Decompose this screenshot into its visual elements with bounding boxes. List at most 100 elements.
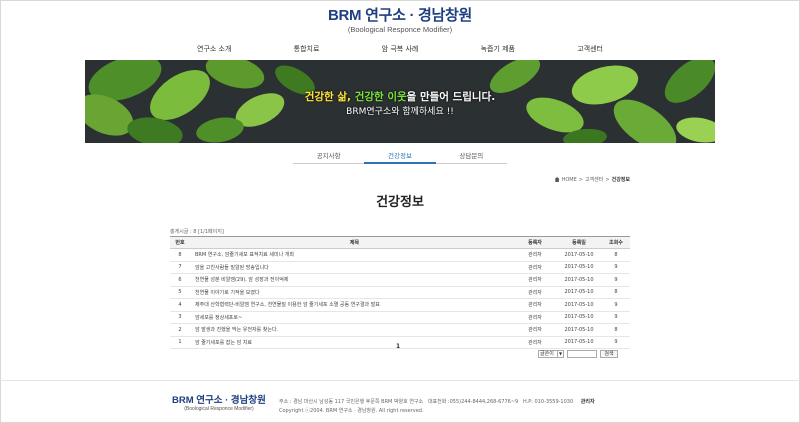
breadcrumb-current: 건강정보 xyxy=(611,177,630,183)
row-no: 2 xyxy=(170,323,190,337)
table-header-row: 번호 제목 등록자 등록일 조회수 xyxy=(170,236,630,249)
row-views: 9 xyxy=(602,261,630,274)
banner-slogan: 건강한 삶, 건강한 이웃을 만들어 드립니다. xyxy=(85,90,715,105)
row-date: 2017-05-10 xyxy=(556,273,602,287)
table-row[interactable]: 3 암세포를 정상세포로~ 관리자 2017-05-10 9 xyxy=(170,311,630,324)
row-author: 관리자 xyxy=(514,298,556,312)
header-author: 등록자 xyxy=(514,236,556,249)
footer-contact-line: 주소 : 경남 마산시 남성동 117 국민은행 후문쪽 BRM 박양호 연구소… xyxy=(279,398,595,407)
row-author: 관리자 xyxy=(514,336,556,349)
row-title-link[interactable]: 천연물 이야기로 기적을 보였다 xyxy=(190,286,514,299)
banner-tagline: BRM연구소와 함께하세요 !! xyxy=(346,107,454,117)
footer-logo-title: BRM 연구소 · 경남창원 xyxy=(172,395,266,406)
row-no: 7 xyxy=(170,261,190,274)
footer-mobile: H.P: 010-3559-1030 xyxy=(523,399,574,405)
search-button[interactable]: 검색 xyxy=(600,350,618,358)
header-date: 등록일 xyxy=(556,236,602,249)
row-no: 5 xyxy=(170,286,190,299)
row-author: 관리자 xyxy=(514,323,556,337)
chevron-down-icon: ▼ xyxy=(557,351,563,357)
row-author: 관리자 xyxy=(514,261,556,274)
hero-banner: 건강한 삶, 건강한 이웃을 만들어 드립니다. BRM연구소와 함께하세요 !… xyxy=(85,60,715,143)
row-date: 2017-05-10 xyxy=(556,311,602,324)
page-title: 건강정보 xyxy=(376,195,424,210)
banner-slogan-part1: 건강한 삶, xyxy=(304,91,355,103)
board-table: 번호 제목 등록자 등록일 조회수 8 BRM 연구소, 암줄기세포 표적치료 … xyxy=(170,236,630,349)
table-row[interactable]: 4 제주대 산학협력단-비알엠 연구소, 천연물질 이용한 암 줄기세포 소멸 … xyxy=(170,298,630,312)
breadcrumb-separator: > xyxy=(578,176,583,183)
nav-item-cases[interactable]: 암 극복 사례 xyxy=(370,41,431,57)
tab-consult[interactable]: 상담문의 xyxy=(435,150,507,164)
nav-item-juicer[interactable]: 녹즙기 제품 xyxy=(469,41,527,57)
row-author: 관리자 xyxy=(514,311,556,324)
logo-subtitle: (Boological Responce Modifier) xyxy=(347,25,453,34)
footer-address: 주소 : 경남 마산시 남성동 117 국민은행 후문쪽 BRM 박양호 연구소 xyxy=(279,399,424,405)
search-input[interactable] xyxy=(567,350,597,358)
row-author: 관리자 xyxy=(514,273,556,287)
breadcrumb: HOME > 고객센터 > 건강정보 xyxy=(554,176,630,183)
nav-item-about[interactable]: 연구소 소개 xyxy=(185,41,243,57)
row-views: 8 xyxy=(602,286,630,299)
banner-text: 건강한 삶, 건강한 이웃을 만들어 드립니다. BRM연구소와 함께하세요 !… xyxy=(85,90,715,119)
footer-divider xyxy=(0,380,800,381)
post-count: 총게시글 : 8 [1/1페이지] xyxy=(170,229,224,235)
row-no: 3 xyxy=(170,311,190,324)
footer-copyright: Copyright ⓒ2004. BRM 연구소 · 경남창원. All rig… xyxy=(279,408,424,414)
search-field-value: 글쓴이 xyxy=(540,351,554,357)
footer-logo: BRM 연구소 · 경남창원 (Boological Responce Modi… xyxy=(172,395,266,413)
header-no: 번호 xyxy=(170,236,190,249)
row-title-link[interactable]: 암 발생과 진행을 막는 유전자를 찾는다. xyxy=(190,323,514,337)
breadcrumb-home[interactable]: HOME xyxy=(562,177,577,183)
row-date: 2017-05-10 xyxy=(556,286,602,299)
tab-health-info[interactable]: 건강정보 xyxy=(364,150,436,164)
main-nav: 연구소 소개 통합치료 암 극복 사례 녹즙기 제품 고객센터 xyxy=(185,41,615,57)
row-date: 2017-05-10 xyxy=(556,336,602,349)
header-views: 조회수 xyxy=(602,236,630,249)
sub-tabs: 공지사항 건강정보 상담문의 xyxy=(293,150,507,164)
home-icon xyxy=(554,177,560,182)
search-field-select[interactable]: 글쓴이 ▼ xyxy=(538,350,564,358)
row-views: 8 xyxy=(602,248,630,262)
row-date: 2017-05-10 xyxy=(556,298,602,312)
nav-item-support[interactable]: 고객센터 xyxy=(565,41,615,57)
footer-info: 주소 : 경남 마산시 남성동 117 국민은행 후문쪽 BRM 박양호 연구소… xyxy=(279,398,595,416)
site-logo[interactable]: BRM 연구소 · 경남창원 (Boological Responce Modi… xyxy=(0,7,800,35)
table-row[interactable]: 8 BRM 연구소, 암줄기세포 표적치료 세미나 개최 관리자 2017-05… xyxy=(170,248,630,262)
tab-notice[interactable]: 공지사항 xyxy=(293,150,365,164)
row-views: 9 xyxy=(602,273,630,287)
row-views: 8 xyxy=(602,323,630,337)
breadcrumb-support[interactable]: 고객센터 xyxy=(585,176,603,183)
table-row[interactable]: 5 천연물 이야기로 기적을 보였다 관리자 2017-05-10 8 xyxy=(170,286,630,299)
row-no: 8 xyxy=(170,248,190,262)
logo-title: BRM 연구소 · 경남창원 xyxy=(327,7,473,24)
row-date: 2017-05-10 xyxy=(556,261,602,274)
header-title: 제목 xyxy=(190,236,514,249)
footer-phone: 대표전화 :055)244-8444,268-6776~9 xyxy=(427,399,519,405)
row-date: 2017-05-10 xyxy=(556,323,602,337)
row-views: 9 xyxy=(602,311,630,324)
row-title-link[interactable]: 암 줄기세포를 잡는 암 치료 xyxy=(190,336,514,349)
search-bar: 글쓴이 ▼ 검색 xyxy=(538,350,618,358)
table-row[interactable]: 6 천연물 성분 비알엠(29), 암 성장과 전이억제 관리자 2017-05… xyxy=(170,273,630,287)
row-title-link[interactable]: 암을 고친사람들 밀알된 방송입니다 xyxy=(190,261,514,274)
row-views: 9 xyxy=(602,298,630,312)
row-title-link[interactable]: BRM 연구소, 암줄기세포 표적치료 세미나 개최 xyxy=(190,248,514,262)
row-title-link[interactable]: 천연물 성분 비알엠(29), 암 성장과 전이억제 xyxy=(190,273,514,287)
pagination-page[interactable]: 1 xyxy=(396,343,400,350)
row-views: 9 xyxy=(602,336,630,349)
banner-slogan-part2: 건강한 이웃 xyxy=(354,91,407,103)
row-no: 1 xyxy=(170,336,190,349)
row-author: 관리자 xyxy=(514,286,556,299)
table-row[interactable]: 2 암 발생과 진행을 막는 유전자를 찾는다. 관리자 2017-05-10 … xyxy=(170,323,630,337)
nav-item-treatment[interactable]: 통합치료 xyxy=(282,41,332,57)
row-date: 2017-05-10 xyxy=(556,248,602,262)
table-row[interactable]: 7 암을 고친사람들 밀알된 방송입니다 관리자 2017-05-10 9 xyxy=(170,261,630,274)
row-no: 6 xyxy=(170,273,190,287)
footer-admin-link[interactable]: 관리자 xyxy=(581,399,595,405)
row-title-link[interactable]: 암세포를 정상세포로~ xyxy=(190,311,514,324)
footer-logo-subtitle: (Boological Responce Modifier) xyxy=(184,406,254,412)
row-no: 4 xyxy=(170,298,190,312)
row-title-link[interactable]: 제주대 산학협력단-비알엠 연구소, 천연물질 이용한 암 줄기세포 소멸 공동… xyxy=(190,298,514,312)
banner-slogan-part3: 을 만들어 드립니다. xyxy=(406,91,496,103)
breadcrumb-separator: > xyxy=(605,176,610,183)
